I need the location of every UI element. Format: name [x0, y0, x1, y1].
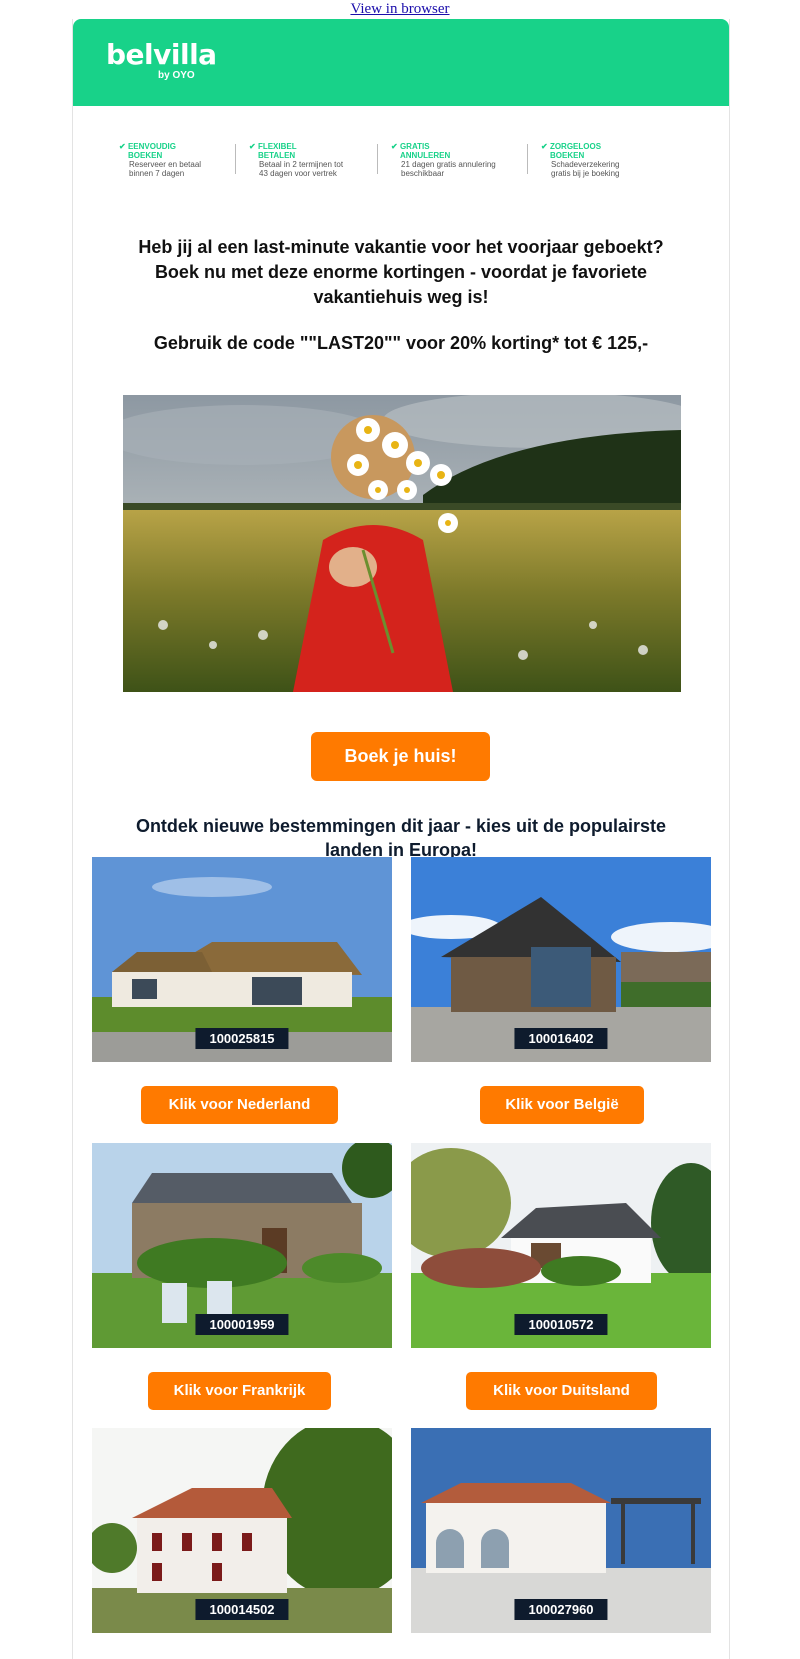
usp-title: ANNULEREN	[400, 151, 451, 160]
usp-title: BOEKEN	[550, 151, 585, 160]
click-france-button[interactable]: Klik voor Frankrijk	[148, 1372, 331, 1410]
discount-code-line: Gebruik de code ""LAST20"" voor 20% kort…	[153, 333, 649, 353]
check-icon: ✔	[249, 142, 256, 151]
usp-desc: gratis bij je boeking	[551, 169, 620, 178]
house-image-duitsland[interactable]: 100010572	[411, 1143, 711, 1348]
usp-item: ✔ FLEXIBEL BETALEN Betaal in 2 termijnen…	[249, 142, 377, 178]
check-icon: ✔	[119, 142, 126, 151]
house-image-nederland[interactable]: 100025815	[92, 857, 392, 1062]
usp-desc: Reserveer en betaal	[129, 160, 202, 169]
usp-item: ✔ GRATIS ANNULEREN 21 dagen gratis annul…	[391, 142, 519, 178]
intro-text: Heb jij al een last-minute vakantie voor…	[73, 235, 729, 310]
house-id-badge: 100025815	[195, 1028, 289, 1049]
usp-title: GRATIS	[399, 142, 430, 151]
destinations-title: Ontdek nieuwe bestemmingen dit jaar - ki…	[73, 814, 729, 862]
email-card: belvilla by OYO ✔ EENVOUDIG BOEKEN Reser…	[72, 19, 730, 1659]
house-image-italie[interactable]: 100014502	[92, 1428, 392, 1633]
view-in-browser-link[interactable]: View in browser	[350, 1, 449, 17]
usp-desc: beschikbaar	[401, 169, 445, 178]
click-belgium-button[interactable]: Klik voor België	[480, 1086, 644, 1124]
usp-desc: 43 dagen voor vertrek	[259, 169, 337, 178]
house-id-badge: 100010572	[514, 1314, 608, 1335]
usp-item: ✔ ZORGELOOS BOEKEN Schadeverzekering gra…	[541, 142, 669, 178]
usp-desc: 21 dagen gratis annulering	[401, 160, 496, 169]
divider	[377, 144, 378, 174]
house-image-spanje[interactable]: 100027960	[411, 1428, 711, 1633]
house-image-frankrijk[interactable]: 100001959	[92, 1143, 392, 1348]
check-icon: ✔	[541, 142, 548, 151]
click-germany-button[interactable]: Klik voor Duitsland	[466, 1372, 657, 1410]
belvilla-logo[interactable]: belvilla by OYO	[106, 38, 217, 82]
intro-line: Boek nu met deze enorme kortingen - voor…	[154, 262, 648, 282]
house-id-badge: 100016402	[514, 1028, 608, 1049]
usp-title: BETALEN	[258, 151, 296, 160]
logo-by-oyo: by OYO	[158, 70, 195, 81]
usp-desc: Schadeverzekering	[551, 160, 620, 169]
divider	[235, 144, 236, 174]
usp-title: ZORGELOOS	[549, 142, 602, 151]
usp-title: FLEXIBEL	[257, 142, 297, 151]
divider	[527, 144, 528, 174]
usp-strip: ✔ EENVOUDIG BOEKEN Reserveer en betaal b…	[119, 142, 679, 198]
usp-title: EENVOUDIG	[127, 142, 176, 151]
usp-title: BOEKEN	[128, 151, 163, 160]
house-id-badge: 100027960	[514, 1599, 608, 1620]
brand-header: belvilla by OYO	[73, 19, 729, 106]
check-icon: ✔	[391, 142, 398, 151]
hero-image[interactable]	[123, 395, 681, 692]
usp-item: ✔ EENVOUDIG BOEKEN Reserveer en betaal b…	[119, 142, 247, 178]
house-image-belgie[interactable]: 100016402	[411, 857, 711, 1062]
house-id-badge: 100014502	[195, 1599, 289, 1620]
intro-line: vakantiehuis weg is!	[313, 287, 489, 307]
destinations-title-line: Ontdek nieuwe bestemmingen dit jaar - ki…	[135, 816, 667, 836]
usp-desc: Betaal in 2 termijnen tot	[259, 160, 344, 169]
logo-wordmark: belvilla	[106, 38, 217, 71]
intro-line: Heb jij al een last-minute vakantie voor…	[138, 237, 664, 257]
usp-desc: binnen 7 dagen	[129, 169, 185, 178]
house-id-badge: 100001959	[195, 1314, 289, 1335]
click-netherlands-button[interactable]: Klik voor Nederland	[141, 1086, 338, 1124]
topbar: View in browser	[0, 0, 800, 18]
book-house-button[interactable]: Boek je huis!	[311, 732, 490, 781]
